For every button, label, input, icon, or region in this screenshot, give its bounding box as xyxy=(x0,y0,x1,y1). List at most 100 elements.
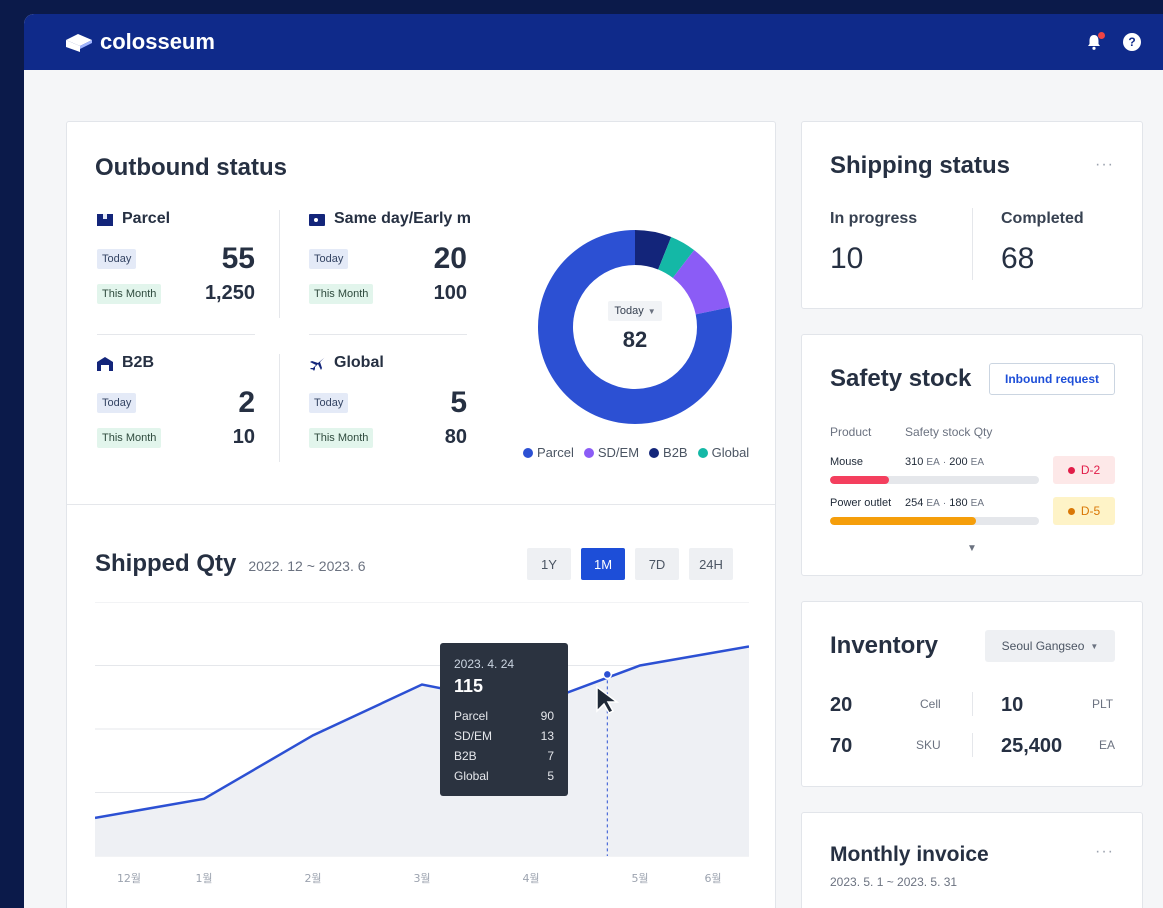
expand-chevron-icon[interactable]: ▼ xyxy=(967,543,977,554)
deadline-badge: D-5 xyxy=(1053,497,1115,525)
shipping-status-card: Shipping status ··· In progress 10 Compl… xyxy=(801,121,1143,309)
metric-b2b: B2B Today 2 This Month 10 xyxy=(97,354,255,449)
stock-product-name: Power outlet xyxy=(830,497,892,509)
outbound-donut-chart: Today ▼ 82 xyxy=(535,227,735,427)
x-tick-label: 3월 xyxy=(413,872,430,885)
tooltip-row-value: 90 xyxy=(540,709,554,723)
today-tag: Today xyxy=(309,393,349,413)
brand-name: colosseum xyxy=(100,29,215,54)
warehouse-select[interactable]: Seoul Gangseo ▼ xyxy=(985,630,1115,662)
same-day-month-value: 100 xyxy=(433,282,467,304)
divider xyxy=(972,208,973,280)
legend-label: SD/EM xyxy=(597,445,640,460)
global-today-value: 5 xyxy=(450,386,467,419)
donut-legend: Parcel SD/EM B2B Global xyxy=(523,445,749,460)
shipping-completed: Completed 68 xyxy=(1001,210,1084,276)
tooltip-row-label: B2B xyxy=(454,749,477,763)
tooltip-date: 2023. 4. 24 xyxy=(454,657,515,671)
help-icon[interactable]: ? xyxy=(1123,33,1141,51)
highlight-point[interactable] xyxy=(602,669,613,680)
today-tag: Today xyxy=(97,249,137,269)
x-tick-label: 6월 xyxy=(704,872,721,885)
metric-parcel: Parcel Today 55 This Month 1,250 xyxy=(97,210,255,305)
notification-dot xyxy=(1098,32,1105,39)
monthly-invoice-card: Monthly invoice ··· 2023. 5. 1 ~ 2023. 5… xyxy=(801,812,1143,908)
section-divider xyxy=(67,504,775,505)
caret-down-icon: ▼ xyxy=(647,306,656,316)
range-1y-button[interactable]: 1Y xyxy=(527,548,571,580)
inventory-sku-value: 70 xyxy=(830,735,853,757)
stock-qty-current: 254 xyxy=(905,497,924,509)
legend-item-b2b: B2B xyxy=(649,445,688,460)
shipped-qty-line-chart: 12월 1월 2월 3월 4월 5월 6월 xyxy=(95,602,749,885)
completed-label: Completed xyxy=(1001,210,1084,227)
inventory-ea-unit: EA xyxy=(1099,738,1116,752)
shipped-qty-range: 2022. 12 ~ 2023. 6 xyxy=(248,558,366,574)
donut-center: Today ▼ 82 xyxy=(535,227,735,427)
stock-level-fill xyxy=(830,517,977,525)
more-options-icon[interactable]: ··· xyxy=(1095,156,1114,174)
range-24h-button[interactable]: 24H xyxy=(689,548,733,580)
legend-item-sdem: SD/EM xyxy=(583,445,640,460)
legend-swatch xyxy=(697,447,708,458)
legend-swatch xyxy=(523,447,533,458)
stock-unit: EA xyxy=(970,498,984,509)
tooltip-row: Global 5 xyxy=(454,769,554,783)
x-tick-label: 4월 xyxy=(522,872,539,885)
today-tag: Today xyxy=(309,249,349,269)
badge-label: D-5 xyxy=(1080,504,1101,518)
metric-global-label: Global xyxy=(334,354,384,371)
x-tick-label: 2월 xyxy=(304,872,321,885)
top-bar: colosseum ? xyxy=(24,14,1163,70)
tooltip-row-value: 13 xyxy=(540,729,554,743)
tooltip-total: 115 xyxy=(454,676,484,696)
completed-value: 68 xyxy=(1001,242,1035,275)
global-month-value: 80 xyxy=(444,426,467,448)
colosseum-logo-icon xyxy=(66,34,92,52)
shipping-in-progress: In progress 10 xyxy=(830,210,917,276)
brand-logo[interactable]: colosseum xyxy=(64,29,215,55)
chart-tooltip: 2023. 4. 24 115 Parcel 90 SD/EM 13 B2B 7 Gl… xyxy=(440,643,568,796)
monthly-invoice-title: Monthly invoice xyxy=(830,843,989,866)
donut-total: 82 xyxy=(622,327,648,352)
parcel-today-value: 55 xyxy=(221,242,255,275)
legend-label: B2B xyxy=(663,445,688,460)
in-progress-value: 10 xyxy=(830,242,864,275)
inventory-plt-value: 10 xyxy=(1001,694,1024,716)
stock-level-fill xyxy=(830,476,889,484)
stock-product-name: Mouse xyxy=(830,456,864,468)
stock-qty: 254 EA · 180 EA xyxy=(905,497,984,509)
x-tick-label: 1월 xyxy=(195,872,212,885)
invoice-range: 2023. 5. 1 ~ 2023. 5. 31 xyxy=(830,875,958,889)
tooltip-row-label: Global xyxy=(454,769,489,783)
stock-qty-current: 310 xyxy=(905,456,924,468)
month-tag: This Month xyxy=(309,283,374,304)
range-1m-button[interactable]: 1M xyxy=(581,548,625,580)
tooltip-row-value: 5 xyxy=(547,769,554,783)
safety-stock-title: Safety stock xyxy=(830,365,972,392)
tooltip-row: SD/EM 13 xyxy=(454,729,554,743)
tooltip-row-value: 7 xyxy=(547,749,554,763)
series-area xyxy=(95,646,749,856)
metric-b2b-label: B2B xyxy=(122,354,155,371)
warehouse-selected: Seoul Gangseo xyxy=(1001,639,1085,653)
donut-period-label: Today xyxy=(614,305,644,317)
donut-period-select[interactable]: Today ▼ xyxy=(608,301,662,321)
b2b-today-value: 2 xyxy=(238,386,255,419)
stock-qty-safety: 200 xyxy=(949,456,968,468)
legend-label: Global xyxy=(711,445,750,460)
month-tag: This Month xyxy=(309,427,374,448)
inventory-plt-unit: PLT xyxy=(1092,697,1114,711)
inbound-request-button[interactable]: Inbound request xyxy=(989,363,1115,395)
stock-level-bar xyxy=(830,517,1039,525)
parcel-month-value: 1,250 xyxy=(204,282,255,304)
badge-dot xyxy=(1067,466,1075,474)
today-tag: Today xyxy=(97,393,137,413)
legend-item-global: Global xyxy=(697,445,750,460)
more-options-icon[interactable]: ··· xyxy=(1095,843,1114,861)
column-safety-qty: Safety stock Qty xyxy=(905,425,993,439)
notification-bell-icon[interactable] xyxy=(1085,32,1105,51)
range-7d-button[interactable]: 7D xyxy=(635,548,679,580)
stock-qty-safety: 180 xyxy=(949,497,968,509)
shipped-qty-header: Shipped Qty 2022. 12 ~ 2023. 6 xyxy=(95,550,366,578)
